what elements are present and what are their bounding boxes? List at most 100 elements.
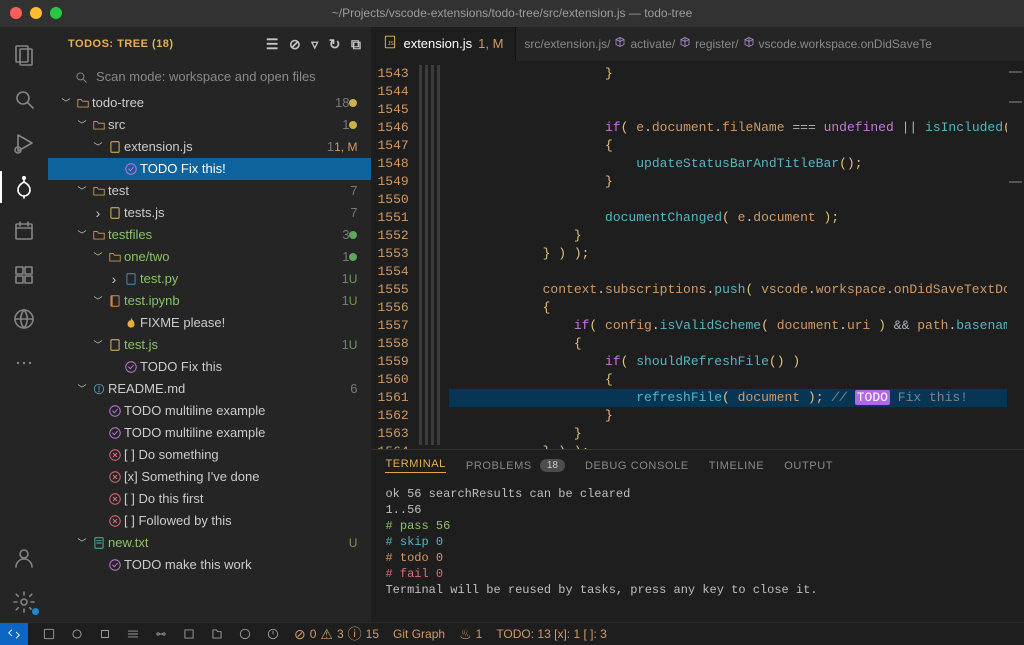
tree-label: FIXME please! [140, 315, 357, 330]
status-icon[interactable] [42, 627, 56, 641]
tree-node[interactable]: ﹀src1 [48, 114, 371, 136]
tree-label: one/two [124, 249, 336, 264]
flame-count[interactable]: ♨1 [459, 627, 482, 641]
scan-mode-label: Scan mode: workspace and open files [96, 69, 316, 84]
status-bar: ⊘0 ⚠3 ⓘ15 Git Graph ♨1 TODO: 13 [x]: 1 [… [0, 622, 1024, 644]
todo-tree-icon[interactable] [0, 167, 48, 207]
tree-node[interactable]: ﹀README.md6 [48, 378, 371, 400]
chevron-icon[interactable]: › [106, 271, 122, 287]
todo-item[interactable]: [ ] Do this first [48, 488, 371, 510]
explorer-icon[interactable] [0, 35, 48, 75]
maximise-window-button[interactable] [50, 7, 62, 19]
close-window-button[interactable] [10, 7, 22, 19]
editor-tabs: JS extension.js 1, M src/extension.js/ac… [371, 27, 1024, 61]
chevron-icon[interactable]: ﹀ [74, 536, 90, 549]
terminal[interactable]: ok 56 searchResults can be cleared1..56#… [371, 482, 1024, 622]
scan-mode-row[interactable]: Scan mode: workspace and open files [48, 62, 371, 92]
tree-label: [ ] Do something [124, 447, 357, 462]
minimise-window-button[interactable] [30, 7, 42, 19]
todo-item[interactable]: [ ] Followed by this [48, 510, 371, 532]
minimap[interactable] [1007, 61, 1024, 449]
chevron-icon[interactable]: ﹀ [74, 118, 90, 131]
account-icon[interactable] [0, 538, 48, 578]
chevron-icon[interactable]: ﹀ [74, 382, 90, 395]
breadcrumb-segment[interactable]: vscode.workspace.onDidSaveTe [743, 36, 932, 51]
todo-item[interactable]: TODO Fix this [48, 356, 371, 378]
tree-node[interactable]: ﹀test.js1U [48, 334, 371, 356]
panel-tab-problems[interactable]: PROBLEMS [466, 460, 532, 472]
status-icon[interactable] [238, 627, 252, 641]
settings-update-badge [31, 607, 40, 616]
chevron-icon[interactable]: ﹀ [90, 250, 106, 263]
todo-item[interactable]: TODO make this work [48, 554, 371, 576]
run-debug-icon[interactable] [0, 123, 48, 163]
panel-tab-debug[interactable]: DEBUG CONSOLE [585, 460, 689, 472]
tree-node[interactable]: ﹀new.txtU [48, 532, 371, 554]
tag-icon[interactable]: ⊘ [289, 37, 301, 51]
chevron-icon[interactable]: ﹀ [90, 140, 106, 153]
panel-tab-terminal[interactable]: TERMINAL [385, 458, 445, 473]
breadcrumb-segment[interactable]: register/ [679, 36, 738, 51]
breadcrumb-segment[interactable]: activate/ [614, 36, 675, 51]
extensions-icon[interactable] [0, 255, 48, 295]
chevron-icon[interactable]: ﹀ [90, 338, 106, 351]
chevron-icon[interactable]: ﹀ [74, 184, 90, 197]
status-icon[interactable] [182, 627, 196, 641]
panel-tab-timeline[interactable]: TIMELINE [709, 460, 765, 472]
tree-node[interactable]: ﹀one/two1 [48, 246, 371, 268]
sidebar-title: TODOS: TREE (18) [68, 38, 174, 50]
list-view-icon[interactable]: ☰ [266, 37, 279, 51]
chevron-icon[interactable]: ﹀ [90, 294, 106, 307]
todo-item[interactable]: [ ] Do something [48, 444, 371, 466]
refresh-icon[interactable]: ↻ [329, 37, 341, 51]
tree-node[interactable]: ›test.py1U [48, 268, 371, 290]
tree-node[interactable]: ›tests.js7 [48, 202, 371, 224]
diagnostics[interactable]: ⊘0 ⚠3 ⓘ15 [294, 627, 379, 641]
activity-bar [0, 27, 48, 622]
search-icon[interactable] [0, 79, 48, 119]
tree-node[interactable]: ﹀todo-tree18 [48, 92, 371, 114]
breadcrumb[interactable]: src/extension.js/activate/register/vscod… [516, 27, 940, 61]
window-title: ~/Projects/vscode-extensions/todo-tree/s… [0, 6, 1024, 20]
tree-label: TODO Fix this [140, 359, 357, 374]
tree-node[interactable]: ﹀extension.js11, M [48, 136, 371, 158]
todo-status[interactable]: TODO: 13 [x]: 1 [ ]: 3 [496, 627, 606, 641]
code-area[interactable]: } if( e.document.fileName === undefined … [449, 61, 1007, 449]
status-icon[interactable] [210, 627, 224, 641]
chevron-icon[interactable]: ﹀ [74, 228, 90, 241]
more-icon[interactable] [0, 343, 48, 383]
status-icon[interactable] [126, 627, 140, 641]
status-badge [349, 228, 357, 242]
todo-tree: ﹀todo-tree18﹀src1﹀extension.js11, MTODO … [48, 92, 371, 622]
todo-item[interactable]: TODO Fix this! [48, 158, 371, 180]
status-icon[interactable] [154, 627, 168, 641]
settings-gear-icon[interactable] [0, 582, 48, 622]
terminal-line: 1..56 [385, 502, 1010, 518]
tree-node[interactable]: ﹀test7 [48, 180, 371, 202]
todo-item[interactable]: TODO multiline example [48, 422, 371, 444]
tree-node[interactable]: ﹀test.ipynb1U [48, 290, 371, 312]
tree-node[interactable]: ﹀testfiles3 [48, 224, 371, 246]
terminal-line: # pass 56 [385, 518, 1010, 534]
breadcrumb-segment[interactable]: src/extension.js/ [524, 37, 610, 51]
status-icon[interactable] [266, 627, 280, 641]
todo-item[interactable]: [x] Something I've done [48, 466, 371, 488]
todo-item[interactable]: FIXME please! [48, 312, 371, 334]
tree-label: test.ipynb [124, 293, 336, 308]
todo-item[interactable]: TODO multiline example [48, 400, 371, 422]
calendar-icon[interactable] [0, 211, 48, 251]
count-badge: 3 [342, 227, 349, 242]
status-icon[interactable] [98, 627, 112, 641]
tab-extension-js[interactable]: JS extension.js 1, M [371, 27, 516, 61]
remote-indicator[interactable] [0, 623, 28, 645]
collapse-all-icon[interactable]: ⧉ [351, 37, 362, 51]
filter-icon[interactable]: ▿ [311, 37, 319, 51]
status-icon[interactable] [70, 627, 84, 641]
chevron-icon[interactable]: ﹀ [58, 96, 74, 109]
git-graph[interactable]: Git Graph [393, 627, 445, 641]
chevron-icon[interactable]: › [90, 205, 106, 221]
sidebar-actions: ☰ ⊘ ▿ ↻ ⧉ [266, 37, 362, 51]
panel-tab-output[interactable]: OUTPUT [784, 460, 833, 472]
globe-icon[interactable] [0, 299, 48, 339]
editor[interactable]: 1543154415451546154715481549155015511552… [371, 61, 1024, 449]
